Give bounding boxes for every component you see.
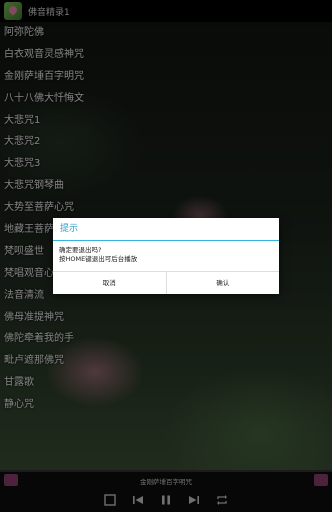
cancel-button[interactable]: 取消 — [53, 272, 166, 294]
dialog-title: 提示 — [53, 218, 279, 241]
exit-dialog: 提示 确定要退出吗? 按HOME键退出可后台播放 取消 确认 — [53, 218, 279, 294]
dialog-buttons: 取消 确认 — [53, 271, 279, 294]
dialog-message-line: 确定要退出吗? — [59, 246, 102, 254]
dialog-message: 确定要退出吗? 按HOME键退出可后台播放 — [53, 241, 279, 271]
confirm-button[interactable]: 确认 — [165, 272, 280, 294]
app-window: 佛音精录1 阿弥陀佛 白衣观音灵感神咒 金刚萨埵百字明咒 八十八佛大忏悔文 大悲… — [0, 0, 332, 512]
dialog-message-line: 按HOME键退出可后台播放 — [59, 254, 138, 263]
